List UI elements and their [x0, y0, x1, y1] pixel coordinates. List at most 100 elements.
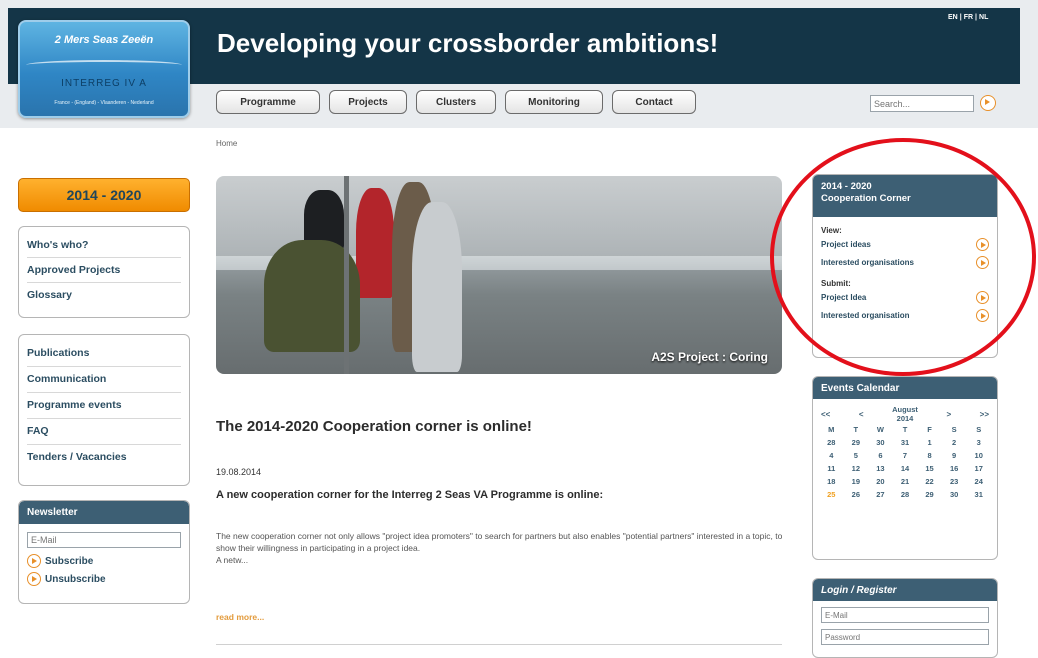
- sidebar-item-communication[interactable]: Communication: [27, 367, 181, 393]
- calendar-next-year[interactable]: >>: [980, 410, 989, 419]
- calendar-day[interactable]: 3: [966, 438, 991, 447]
- calendar-weekday: S: [976, 425, 982, 434]
- calendar-prev-year[interactable]: <<: [821, 410, 830, 419]
- sidebar-item-faq[interactable]: FAQ: [27, 419, 181, 445]
- site-logo[interactable]: 2 Mers Seas Zeeën INTERREG IV A France -…: [18, 20, 190, 118]
- calendar-day[interactable]: 19: [844, 477, 869, 486]
- article-body: The new cooperation corner not only allo…: [216, 530, 786, 566]
- calendar-day[interactable]: 31: [966, 490, 991, 499]
- search-go-icon[interactable]: [980, 95, 996, 111]
- calendar-day[interactable]: 14: [893, 464, 918, 473]
- sidebar-item-publications[interactable]: Publications: [27, 341, 181, 367]
- calendar-day[interactable]: 9: [942, 451, 967, 460]
- lang-en[interactable]: EN: [948, 14, 958, 21]
- login-panel: Login / Register: [812, 578, 998, 658]
- nav-projects[interactable]: Projects: [329, 90, 407, 114]
- calendar-day[interactable]: 28: [893, 490, 918, 499]
- subscribe-link[interactable]: Subscribe: [19, 552, 189, 570]
- nav-monitoring[interactable]: Monitoring: [505, 90, 603, 114]
- lang-nl[interactable]: NL: [979, 14, 988, 21]
- calendar-weekday: F: [927, 425, 932, 434]
- article-divider: [216, 644, 782, 645]
- calendar-day[interactable]: 25: [819, 490, 844, 499]
- sidebar-item-glossary[interactable]: Glossary: [27, 283, 181, 307]
- calendar-month: August 2014: [892, 405, 918, 423]
- calendar-day[interactable]: 31: [893, 438, 918, 447]
- calendar-next-month[interactable]: >: [946, 410, 951, 419]
- calendar-day[interactable]: 12: [844, 464, 869, 473]
- hero-image: A2S Project : Coring: [216, 176, 782, 374]
- main-nav: Programme Projects Clusters Monitoring C…: [216, 90, 696, 114]
- calendar-weekday: T: [902, 425, 908, 434]
- unsubscribe-link[interactable]: Unsubscribe: [19, 570, 189, 588]
- calendar-weekday: S: [951, 425, 957, 434]
- highlight-annotation-circle: [770, 138, 1036, 376]
- calendar-day[interactable]: 30: [942, 490, 967, 499]
- calendar-day[interactable]: 29: [917, 490, 942, 499]
- sidebar-box-main: Who's who? Approved Projects Glossary: [18, 226, 190, 318]
- calendar-day[interactable]: 2: [942, 438, 967, 447]
- article-title[interactable]: The 2014-2020 Cooperation corner is onli…: [216, 418, 532, 435]
- calendar-day[interactable]: 30: [868, 438, 893, 447]
- calendar-day[interactable]: 23: [942, 477, 967, 486]
- nav-programme[interactable]: Programme: [216, 90, 320, 114]
- calendar-day[interactable]: 26: [844, 490, 869, 499]
- article-body-text: The new cooperation corner not only allo…: [216, 531, 783, 553]
- calendar-day[interactable]: 20: [868, 477, 893, 486]
- read-more-link[interactable]: read more...: [216, 612, 264, 622]
- article-date: 19.08.2014: [216, 467, 262, 477]
- hero-coring-pole: [344, 176, 349, 374]
- newsletter-panel: Newsletter Subscribe Unsubscribe: [18, 500, 190, 604]
- calendar-day[interactable]: 7: [893, 451, 918, 460]
- breadcrumb[interactable]: Home: [216, 139, 237, 148]
- login-title: Login / Register: [813, 579, 997, 601]
- calendar-day[interactable]: 1: [917, 438, 942, 447]
- sidebar-item-programme-events[interactable]: Programme events: [27, 393, 181, 419]
- login-email-field[interactable]: [821, 607, 989, 623]
- sidebar-box-info: Publications Communication Programme eve…: [18, 334, 190, 486]
- calendar-weekday: W: [876, 425, 884, 434]
- calendar-day[interactable]: 18: [819, 477, 844, 486]
- newsletter-title: Newsletter: [19, 501, 189, 524]
- arrow-circle-icon: [27, 572, 41, 586]
- search-input[interactable]: [870, 95, 974, 112]
- lang-fr[interactable]: FR: [964, 14, 973, 21]
- calendar-day[interactable]: 28: [819, 438, 844, 447]
- hero-person: [356, 188, 394, 298]
- calendar-day[interactable]: 22: [917, 477, 942, 486]
- calendar-day[interactable]: 8: [917, 451, 942, 460]
- newsletter-email-field[interactable]: [27, 532, 181, 548]
- calendar-day[interactable]: 29: [844, 438, 869, 447]
- calendar-day[interactable]: 27: [868, 490, 893, 499]
- calendar-day[interactable]: 10: [966, 451, 991, 460]
- calendar-day[interactable]: 24: [966, 477, 991, 486]
- arrow-circle-icon: [27, 554, 41, 568]
- nav-clusters[interactable]: Clusters: [416, 90, 496, 114]
- calendar-grid: M T W T F S S 28 29 30 31 1 2 3 4 5 6 7 8 9 10 11 12 13 14 15 16 17…: [813, 425, 997, 499]
- calendar-weekday: M: [828, 425, 835, 434]
- hero-person: [412, 202, 462, 372]
- calendar-day[interactable]: 4: [819, 451, 844, 460]
- period-2014-2020-button[interactable]: 2014 - 2020: [18, 178, 190, 212]
- login-password-field[interactable]: [821, 629, 989, 645]
- nav-contact[interactable]: Contact: [612, 90, 696, 114]
- calendar-day[interactable]: 15: [917, 464, 942, 473]
- calendar-day[interactable]: 13: [868, 464, 893, 473]
- sidebar-item-tenders[interactable]: Tenders / Vacancies: [27, 445, 181, 470]
- subscribe-label: Subscribe: [45, 555, 94, 567]
- calendar-day[interactable]: 17: [966, 464, 991, 473]
- calendar-prev-month[interactable]: <: [859, 410, 864, 419]
- events-calendar-title: Events Calendar: [813, 377, 997, 399]
- sidebar-item-whos-who[interactable]: Who's who?: [27, 233, 181, 258]
- calendar-day[interactable]: 21: [893, 477, 918, 486]
- calendar-day[interactable]: 6: [868, 451, 893, 460]
- calendar-day[interactable]: 5: [844, 451, 869, 460]
- sidebar-item-approved-projects[interactable]: Approved Projects: [27, 258, 181, 283]
- logo-interreg: INTERREG IV A: [61, 78, 147, 89]
- article-subtitle: A new cooperation corner for the Interre…: [216, 489, 604, 501]
- language-switcher: EN | FR | NL: [948, 14, 989, 21]
- calendar-weekday: T: [853, 425, 859, 434]
- calendar-nav: << < August 2014 > >>: [813, 399, 997, 425]
- calendar-day[interactable]: 16: [942, 464, 967, 473]
- calendar-day[interactable]: 11: [819, 464, 844, 473]
